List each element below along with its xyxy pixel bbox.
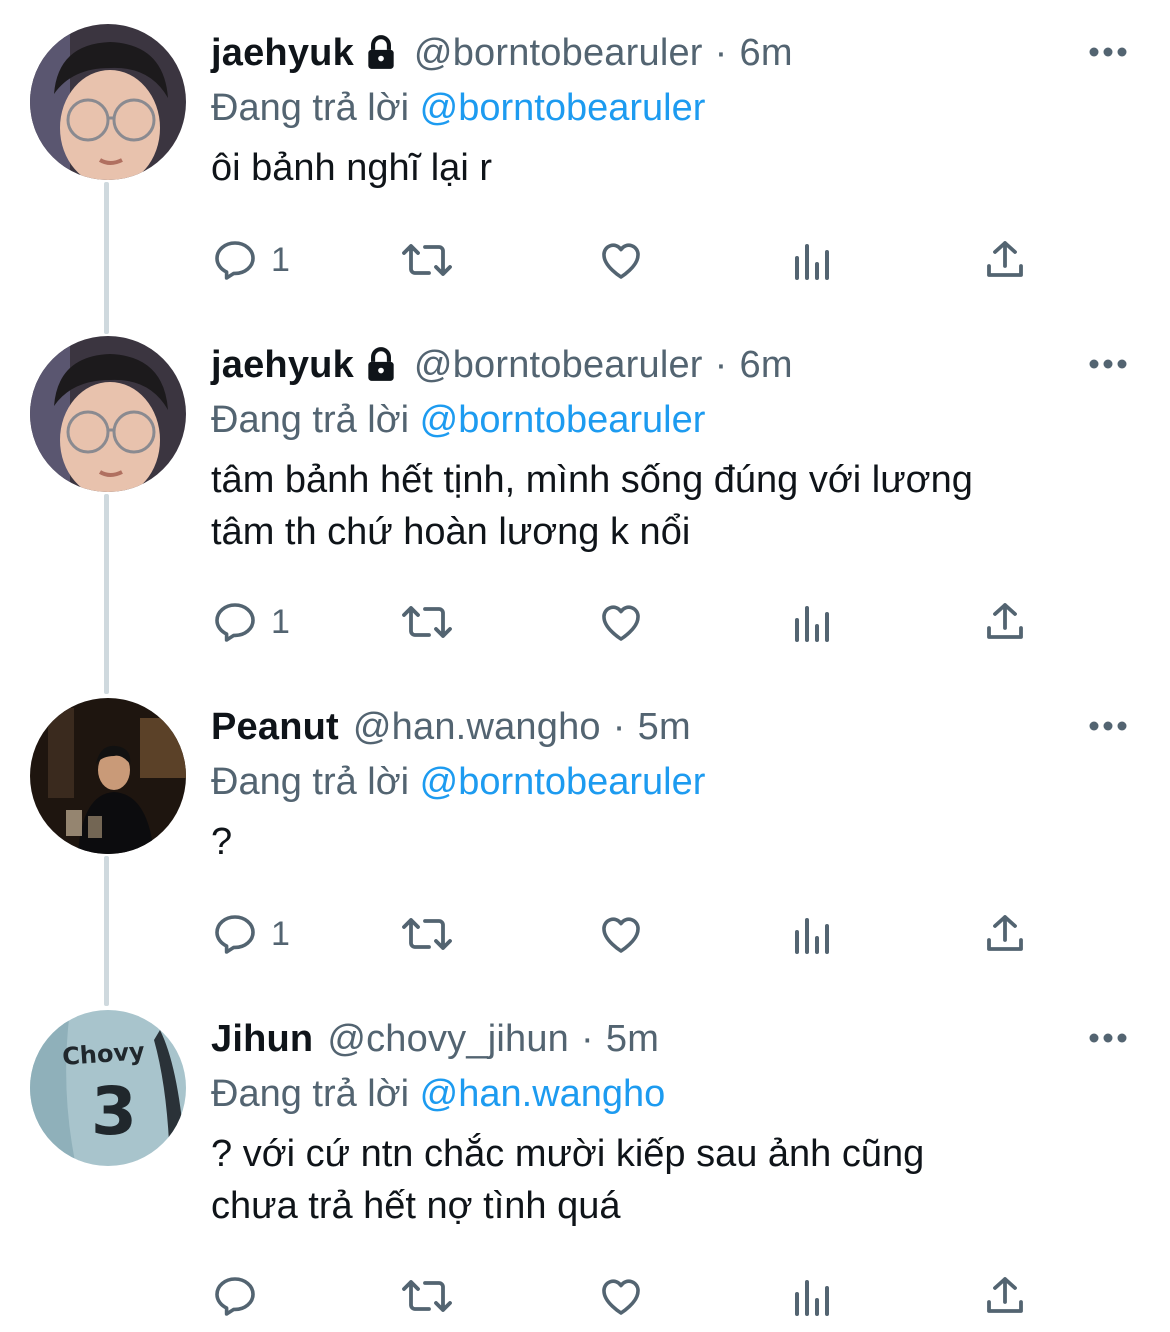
- tweet-text: ? với cứ ntn chắc mười kiếp sau ảnh cũng…: [211, 1133, 925, 1227]
- tweet-header: Jihun @chovy_jihun · 5m: [211, 1010, 1130, 1068]
- reply-icon: [215, 241, 255, 280]
- mention-link[interactable]: @borntobearuler: [420, 399, 706, 441]
- analytics-icon: [795, 244, 829, 280]
- replying-to: Đang trả lời @han.wangho: [211, 1068, 1130, 1120]
- avatar[interactable]: [30, 336, 186, 492]
- retweet-button[interactable]: [399, 1266, 455, 1326]
- share-button[interactable]: [981, 1266, 1029, 1326]
- heart-icon: [602, 917, 640, 953]
- tweet-text: ?: [211, 821, 233, 863]
- mention-link[interactable]: @han.wangho: [420, 1073, 666, 1115]
- action-bar: 1: [211, 592, 1051, 652]
- reply-button[interactable]: 1: [211, 230, 290, 290]
- lock-icon: [362, 346, 400, 384]
- timestamp[interactable]: 5m: [638, 706, 691, 749]
- action-bar: 1: [211, 904, 1051, 964]
- mention-link[interactable]: @borntobearuler: [420, 761, 706, 803]
- display-name[interactable]: jaehyuk: [211, 344, 354, 387]
- separator-dot: ·: [714, 31, 728, 74]
- tweet-header: jaehyuk @borntobearuler · 6m: [211, 336, 1130, 394]
- lock-icon: [362, 34, 400, 72]
- replying-to: Đang trả lời @borntobearuler: [211, 394, 1130, 446]
- analytics-button[interactable]: [791, 904, 835, 964]
- retweet-icon: [402, 1280, 452, 1312]
- tweet-text: tâm bảnh hết tịnh, mình sống đúng với lư…: [211, 459, 973, 553]
- retweet-button[interactable]: [399, 904, 455, 964]
- heart-icon: [602, 605, 640, 641]
- analytics-icon: [795, 918, 829, 954]
- more-options-icon[interactable]: [1086, 1016, 1130, 1060]
- heart-icon: [602, 243, 640, 279]
- retweet-icon: [402, 606, 452, 638]
- display-name[interactable]: jaehyuk: [211, 32, 354, 75]
- share-icon: [987, 603, 1023, 639]
- handle[interactable]: @borntobearuler: [414, 344, 703, 387]
- avatar[interactable]: [30, 24, 186, 180]
- handle[interactable]: @han.wangho: [353, 706, 601, 749]
- replying-to-label: Đang trả lời: [211, 1073, 410, 1115]
- share-button[interactable]: [981, 592, 1029, 652]
- retweet-icon: [402, 918, 452, 950]
- analytics-button[interactable]: [791, 592, 835, 652]
- replying-to: Đang trả lời @borntobearuler: [211, 82, 1130, 134]
- like-button[interactable]: [597, 1266, 645, 1326]
- timestamp[interactable]: 6m: [740, 344, 793, 387]
- replying-to-label: Đang trả lời: [211, 761, 410, 803]
- analytics-icon: [795, 606, 829, 642]
- reply-button[interactable]: 1: [211, 592, 290, 652]
- share-icon: [987, 915, 1023, 951]
- tweet-header: Peanut @han.wangho · 5m: [211, 698, 1130, 756]
- replying-to-label: Đang trả lời: [211, 87, 410, 129]
- like-button[interactable]: [597, 592, 645, 652]
- thread-line: [104, 856, 109, 1006]
- thread-line: [104, 182, 109, 334]
- share-button[interactable]: [981, 904, 1029, 964]
- tweet-text: ôi bảnh nghĩ lại r: [211, 147, 492, 189]
- avatar-jersey-number: 3: [91, 1073, 137, 1150]
- heart-icon: [602, 1279, 640, 1315]
- tweet-header: jaehyuk @borntobearuler · 6m: [211, 24, 1130, 82]
- avatar-jersey-name: Chovy: [61, 1037, 146, 1071]
- share-button[interactable]: [981, 230, 1029, 290]
- analytics-icon: [795, 1280, 829, 1316]
- separator-dot: ·: [581, 1017, 594, 1060]
- reply-icon: [215, 603, 255, 642]
- retweet-button[interactable]: [399, 592, 455, 652]
- replying-to-label: Đang trả lời: [211, 399, 410, 441]
- timestamp[interactable]: 6m: [740, 32, 793, 75]
- reply-button[interactable]: 1: [211, 904, 290, 964]
- reply-icon: [215, 1277, 255, 1316]
- analytics-button[interactable]: [791, 230, 835, 290]
- share-icon: [987, 1277, 1023, 1313]
- retweet-icon: [402, 244, 452, 276]
- avatar[interactable]: Chovy 3: [30, 1010, 186, 1166]
- reply-count: 1: [271, 914, 290, 953]
- retweet-button[interactable]: [399, 230, 455, 290]
- like-button[interactable]: [597, 230, 645, 290]
- more-options-icon[interactable]: [1086, 30, 1130, 74]
- more-options-icon[interactable]: [1086, 342, 1130, 386]
- share-icon: [987, 241, 1023, 277]
- like-button[interactable]: [597, 904, 645, 964]
- display-name[interactable]: Peanut: [211, 706, 339, 749]
- handle[interactable]: @chovy_jihun: [327, 1018, 569, 1061]
- separator-dot: ·: [714, 343, 728, 386]
- reply-count: 1: [271, 602, 290, 641]
- more-options-icon[interactable]: [1086, 704, 1130, 748]
- thread-line: [104, 494, 109, 694]
- mention-link[interactable]: @borntobearuler: [420, 87, 706, 129]
- reply-count: 1: [271, 240, 290, 279]
- action-bar: 1: [211, 230, 1051, 290]
- replying-to: Đang trả lời @borntobearuler: [211, 756, 1130, 808]
- analytics-button[interactable]: [791, 1266, 835, 1326]
- reply-button[interactable]: [211, 1266, 271, 1326]
- display-name[interactable]: Jihun: [211, 1018, 313, 1061]
- avatar[interactable]: [30, 698, 186, 854]
- handle[interactable]: @borntobearuler: [414, 32, 703, 75]
- timestamp[interactable]: 5m: [606, 1018, 659, 1061]
- action-bar: [211, 1266, 1051, 1326]
- reply-icon: [215, 915, 255, 954]
- separator-dot: ·: [612, 705, 626, 748]
